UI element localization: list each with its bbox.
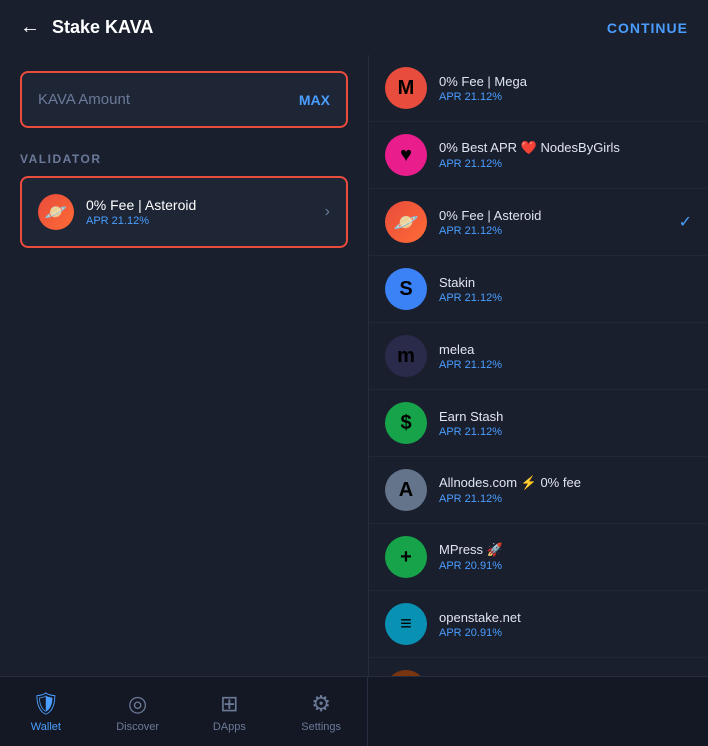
validator-list-item[interactable]: + MPress 🚀 APR 20.91% [369, 524, 708, 591]
amount-input-box[interactable]: KAVA Amount MAX [20, 71, 348, 128]
validator-list-name: Allnodes.com ⚡ 0% fee [439, 475, 692, 491]
validator-list-name: Stakin [439, 275, 692, 290]
validator-list-item[interactable]: M 0% Fee | Mega APR 21.12% [369, 55, 708, 122]
nav-item-settings[interactable]: ⚙ Settings [275, 677, 367, 746]
settings-nav-icon: ⚙ [311, 691, 331, 717]
amount-placeholder: KAVA Amount [38, 91, 130, 108]
check-icon: ✓ [679, 212, 692, 232]
nav-item-discover[interactable]: ◎ Discover [92, 677, 184, 746]
validator-apr: APR 21.12% [86, 215, 325, 227]
validator-list-apr: APR 21.12% [439, 158, 692, 170]
validator-list-name: 0% Fee | Asteroid [439, 208, 679, 223]
validator-list-item[interactable]: $ Earn Stash APR 21.12% [369, 390, 708, 457]
validator-list-info: 0% Fee | Asteroid APR 21.12% [439, 208, 679, 237]
validator-list-info: Stakin APR 21.12% [439, 275, 692, 304]
validator-info: 0% Fee | Asteroid APR 21.12% [86, 197, 325, 227]
validator-list-info: MPress 🚀 APR 20.91% [439, 542, 692, 572]
validator-list-info: 0% Fee | Mega APR 21.12% [439, 74, 692, 103]
max-button[interactable]: MAX [299, 92, 330, 108]
validator-list-item[interactable]: ≡ openstake.net APR 20.91% [369, 591, 708, 658]
wallet-nav-icon: 🛡 [32, 691, 60, 717]
validator-list-avatar: $ [385, 402, 427, 444]
validator-name: 0% Fee | Asteroid [86, 197, 325, 213]
settings-nav-label: Settings [301, 721, 341, 733]
header: ← Stake KAVA CONTINUE [0, 0, 708, 55]
validator-list: M 0% Fee | Mega APR 21.12% ♥ 0% Best APR ❤️ … [368, 55, 708, 676]
validator-list-avatar: A [385, 469, 427, 511]
validator-list-info: melea APR 21.12% [439, 342, 692, 371]
validator-list-avatar: m [385, 335, 427, 377]
validator-list-info: Allnodes.com ⚡ 0% fee APR 21.12% [439, 475, 692, 505]
validator-list-name: openstake.net [439, 610, 692, 625]
continue-button[interactable]: CONTINUE [607, 20, 688, 36]
validator-list-info: 0% Best APR ❤️ NodesByGirls APR 21.12% [439, 140, 692, 170]
validator-list-apr: APR 21.12% [439, 493, 692, 505]
validator-list-name: Earn Stash [439, 409, 692, 424]
validator-list-info: openstake.net APR 20.91% [439, 610, 692, 639]
validator-list-item[interactable]: mmelea APR 21.12% [369, 323, 708, 390]
discover-nav-icon: ◎ [128, 691, 147, 717]
validator-list-item[interactable]: 🦦OtterSyncAPR 20.7% [369, 658, 708, 676]
validator-selector[interactable]: 🪐 0% Fee | Asteroid APR 21.12% › [20, 176, 348, 248]
bottom-nav-right [368, 677, 708, 746]
validator-list-avatar: S [385, 268, 427, 310]
validator-list-item[interactable]: A Allnodes.com ⚡ 0% fee APR 21.12% [369, 457, 708, 524]
validator-list-item[interactable]: 🪐 0% Fee | Asteroid APR 21.12%✓ [369, 189, 708, 256]
wallet-nav-label: Wallet [31, 721, 61, 733]
nav-item-wallet[interactable]: 🛡 Wallet [0, 677, 92, 746]
validator-list-item[interactable]: ♥ 0% Best APR ❤️ NodesByGirls APR 21.12% [369, 122, 708, 189]
page-title: Stake KAVA [52, 17, 607, 38]
validator-list-apr: APR 20.91% [439, 560, 692, 572]
validator-avatar: 🪐 [38, 194, 74, 230]
validator-section-label: VALIDATOR [20, 152, 348, 166]
validator-list-apr: APR 20.91% [439, 627, 692, 639]
validator-list-avatar: ≡ [385, 603, 427, 645]
validator-list-avatar: M [385, 67, 427, 109]
dapps-nav-label: DApps [213, 721, 246, 733]
main-content: KAVA Amount MAX VALIDATOR 🪐 0% Fee | Ast… [0, 55, 708, 676]
validator-list-item[interactable]: S Stakin APR 21.12% [369, 256, 708, 323]
left-panel: KAVA Amount MAX VALIDATOR 🪐 0% Fee | Ast… [0, 55, 368, 676]
validator-list-apr: APR 21.12% [439, 359, 692, 371]
bottom-navigation: 🛡 Wallet ◎ Discover ⊞ DApps ⚙ Settings [0, 676, 708, 746]
discover-nav-label: Discover [116, 721, 159, 733]
validator-list-avatar: 🪐 [385, 201, 427, 243]
validator-list-info: Earn Stash APR 21.12% [439, 409, 692, 438]
validator-list-avatar: ♥ [385, 134, 427, 176]
validator-list-avatar: + [385, 536, 427, 578]
validator-list-apr: APR 21.12% [439, 292, 692, 304]
validator-list-apr: APR 21.12% [439, 91, 692, 103]
back-button[interactable]: ← [20, 16, 40, 39]
chevron-right-icon: › [325, 203, 330, 221]
validator-list-name: melea [439, 342, 692, 357]
validator-list-name: 0% Best APR ❤️ NodesByGirls [439, 140, 692, 156]
dapps-nav-icon: ⊞ [220, 691, 238, 717]
validator-list-name: MPress 🚀 [439, 542, 692, 558]
nav-item-dapps[interactable]: ⊞ DApps [184, 677, 276, 746]
validator-list-apr: APR 21.12% [439, 225, 679, 237]
validator-list-apr: APR 21.12% [439, 426, 692, 438]
validator-list-name: 0% Fee | Mega [439, 74, 692, 89]
bottom-nav-left: 🛡 Wallet ◎ Discover ⊞ DApps ⚙ Settings [0, 677, 368, 746]
